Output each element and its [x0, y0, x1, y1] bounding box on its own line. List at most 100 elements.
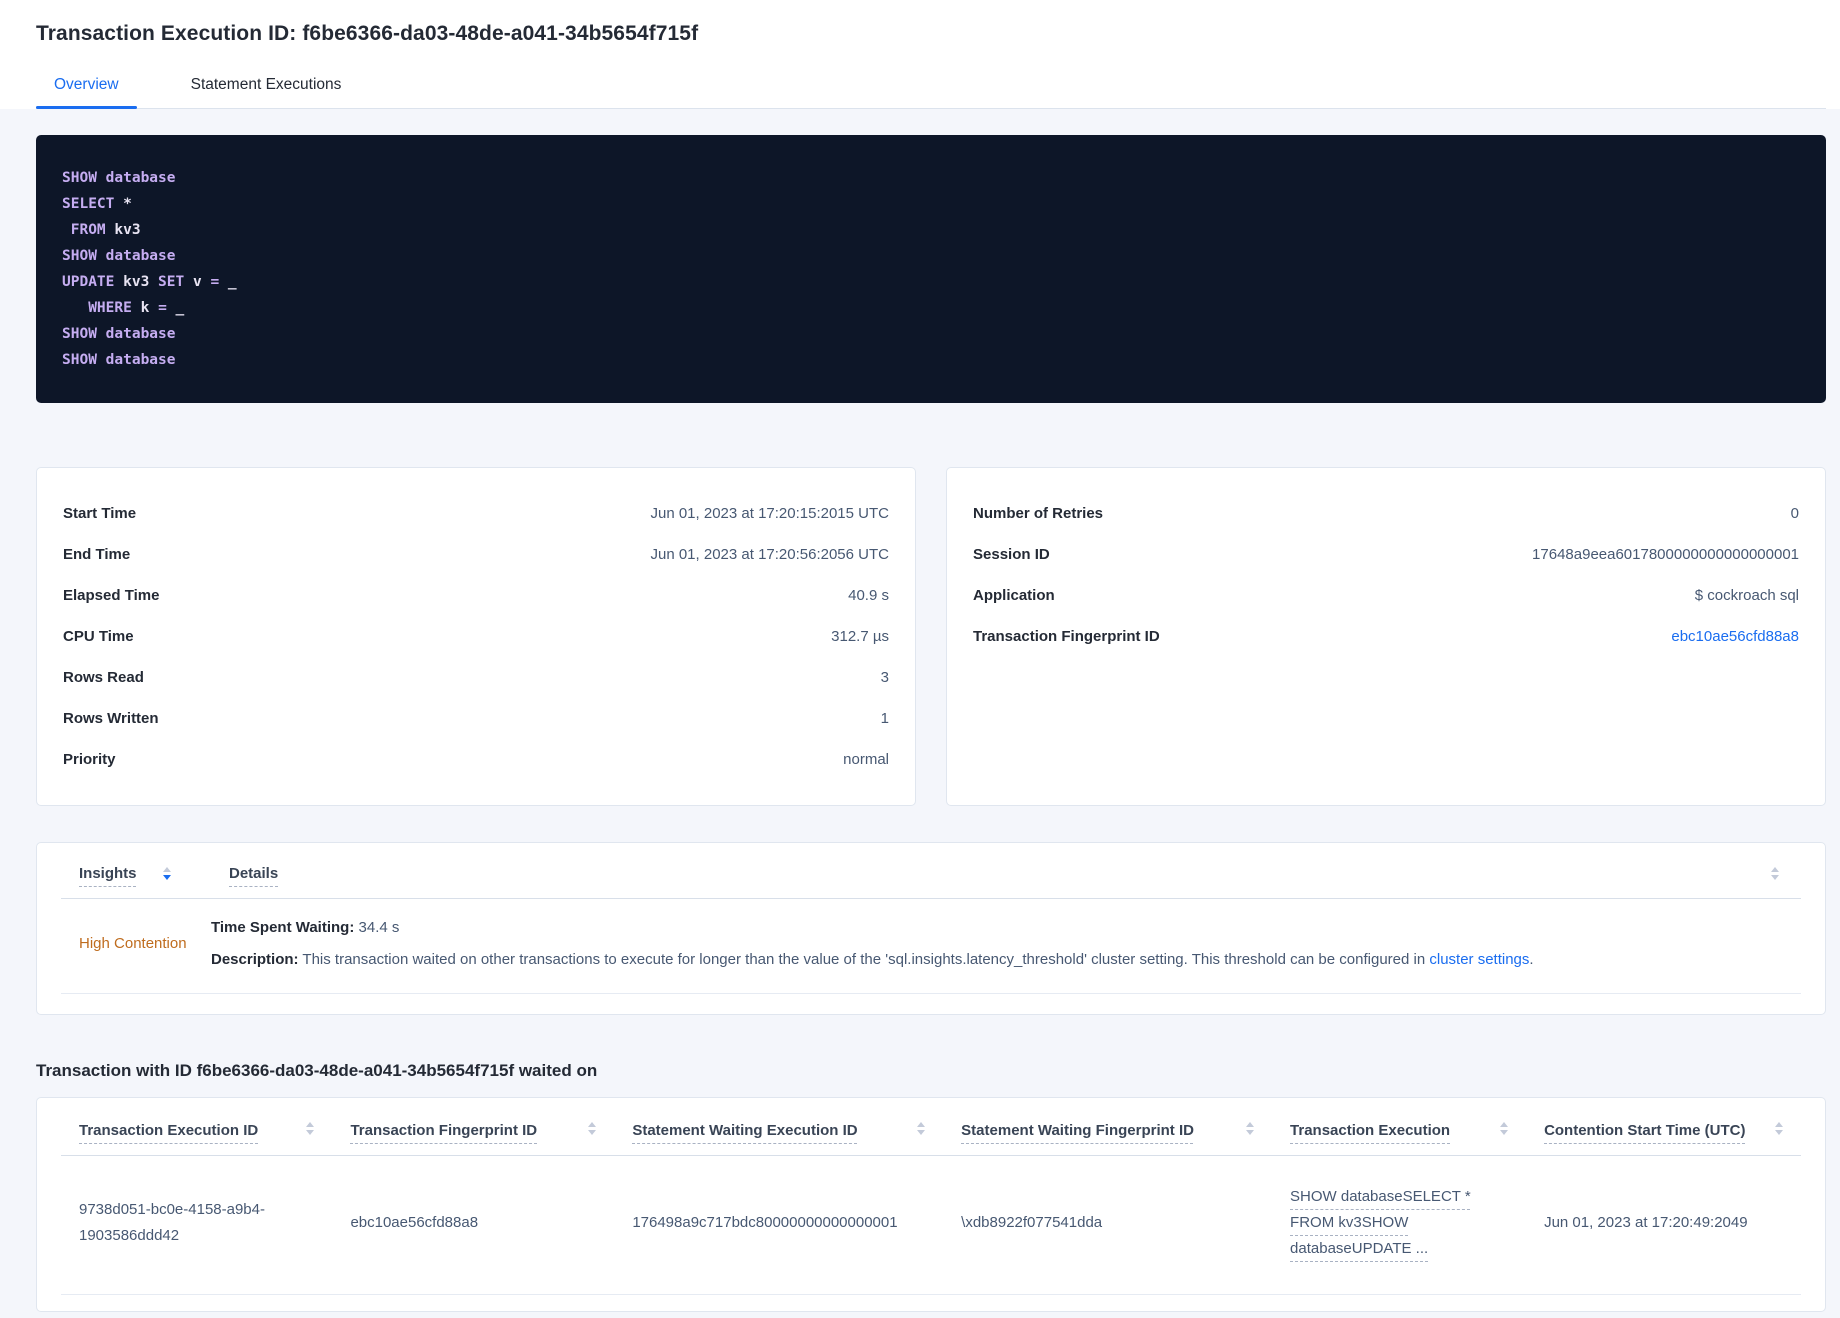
- column-header-label[interactable]: Transaction Execution: [1290, 1122, 1450, 1139]
- sql-token: =: [158, 300, 167, 316]
- cell-transaction-execution-id: 9738d051-bc0e-4158-a9b4-1903586ddd42: [79, 1200, 265, 1244]
- sql-token: database: [105, 326, 176, 342]
- time-spent-waiting: Time Spent Waiting: 34.4 s: [211, 917, 1801, 939]
- table-cell: ebc10ae56cfd88a8: [332, 1155, 614, 1295]
- sort-down-arrow-icon: [1775, 1129, 1783, 1135]
- sql-token: kv3: [105, 222, 141, 238]
- summary-row: Rows Read 3: [63, 657, 889, 698]
- sort-icon[interactable]: [1771, 867, 1801, 880]
- sort-down-arrow-icon: [306, 1129, 315, 1135]
- sort-up-arrow-icon: [306, 1121, 315, 1127]
- summary-label: CPU Time: [63, 628, 134, 645]
- summary-row: Application $ cockroach sql: [973, 575, 1799, 616]
- page-title: Transaction Execution ID: f6be6366-da03-…: [36, 22, 699, 45]
- sort-icon[interactable]: [588, 1121, 597, 1135]
- sort-icon[interactable]: [917, 1121, 926, 1135]
- column-header-inner: Contention Start Time (UTC): [1544, 1121, 1791, 1139]
- sql-token: UPDATE: [62, 274, 115, 290]
- summary-value: 3: [880, 669, 889, 686]
- description-label: Description:: [211, 950, 299, 968]
- tab-overview[interactable]: Overview: [36, 76, 137, 109]
- cell-transaction-execution-link[interactable]: SHOW databaseSELECT * FROM kv3SHOW datab…: [1290, 1188, 1471, 1258]
- sort-icon[interactable]: [1775, 1121, 1783, 1135]
- divider: [61, 992, 1801, 994]
- insights-table-header: Insights Details: [61, 865, 1801, 898]
- sql-token: v: [184, 274, 211, 290]
- cluster-settings-link[interactable]: cluster settings: [1429, 951, 1529, 968]
- waited-on-table-card: Transaction Execution ID Transaction Fing…: [36, 1096, 1826, 1313]
- sql-token: SHOW: [62, 326, 97, 342]
- sort-icon[interactable]: [1500, 1121, 1509, 1135]
- column-header-label[interactable]: Transaction Execution ID: [79, 1122, 258, 1139]
- insights-card: Insights Details High Contention Time Sp…: [36, 842, 1826, 1015]
- insights-header-label[interactable]: Insights: [79, 865, 137, 882]
- sql-token: _: [166, 300, 185, 316]
- column-header: Transaction Execution ID: [61, 1121, 332, 1156]
- column-header-label[interactable]: Statement Waiting Fingerprint ID: [961, 1122, 1194, 1139]
- sql-token: database: [105, 248, 176, 264]
- table-cell: Jun 01, 2023 at 17:20:49:2049: [1526, 1155, 1801, 1295]
- waited-on-table-body: 9738d051-bc0e-4158-a9b4-1903586ddd42 ebc1…: [61, 1155, 1801, 1295]
- column-header-inner: Statement Waiting Fingerprint ID: [961, 1121, 1262, 1139]
- table-cell: 176498a9c717bdc80000000000000001: [614, 1155, 943, 1295]
- sort-up-arrow-icon: [1246, 1121, 1255, 1127]
- cell-statement-waiting-fingerprint-id: \xdb8922f077541dda: [961, 1213, 1103, 1231]
- column-header-inner: Transaction Execution ID: [79, 1121, 322, 1139]
- sql-token: SHOW: [62, 352, 97, 368]
- column-header-inner: Transaction Fingerprint ID: [350, 1121, 604, 1139]
- insight-row: High Contention Time Spent Waiting: 34.4…: [61, 899, 1801, 993]
- column-header: Contention Start Time (UTC): [1526, 1121, 1801, 1156]
- session-summary-card: Number of Retries 0 Session ID 17648a9eea60…: [946, 467, 1826, 806]
- summary-value: $ cockroach sql: [1694, 587, 1799, 604]
- column-header-label[interactable]: Transaction Fingerprint ID: [350, 1122, 537, 1139]
- details-header-label[interactable]: Details: [229, 865, 278, 882]
- description-suffix: .: [1529, 950, 1534, 968]
- summary-value: Jun 01, 2023 at 17:20:15:2015 UTC: [650, 505, 889, 522]
- table-cell: 9738d051-bc0e-4158-a9b4-1903586ddd42: [61, 1155, 332, 1295]
- sql-token: *: [114, 196, 132, 212]
- tab-statement-executions[interactable]: Statement Executions: [173, 76, 360, 108]
- table-row: 9738d051-bc0e-4158-a9b4-1903586ddd42 ebc1…: [61, 1155, 1801, 1295]
- page-header: Transaction Execution ID: f6be6366-da03-…: [0, 0, 1840, 109]
- summary-value: normal: [843, 751, 889, 768]
- sort-icon[interactable]: [162, 867, 171, 880]
- tab-bar: Overview Statement Executions: [36, 76, 1826, 109]
- sort-down-arrow-icon: [1771, 875, 1779, 880]
- execution-summary-rows: Start Time Jun 01, 2023 at 17:20:15:2015 …: [63, 493, 889, 780]
- sql-token: _: [219, 274, 237, 290]
- cell-contention-start-time: Jun 01, 2023 at 17:20:49:2049: [1544, 1213, 1748, 1231]
- summary-cards-row: Start Time Jun 01, 2023 at 17:20:15:2015 …: [36, 467, 1826, 806]
- summary-row: CPU Time 312.7 µs: [63, 616, 889, 657]
- sql-statements-box: SHOW database SELECT * FROM kv3 SHOW dat…: [36, 135, 1826, 403]
- session-summary-rows: Number of Retries 0 Session ID 17648a9eea60…: [973, 493, 1799, 657]
- summary-label: Start Time: [63, 505, 137, 522]
- summary-value: 40.9 s: [848, 587, 889, 604]
- summary-value: 0: [1790, 505, 1799, 522]
- column-header-label[interactable]: Statement Waiting Execution ID: [632, 1122, 857, 1139]
- summary-row: Number of Retries 0: [973, 493, 1799, 534]
- summary-label: Rows Read: [63, 669, 144, 686]
- sql-token: SELECT: [62, 196, 115, 212]
- column-header-label[interactable]: Contention Start Time (UTC): [1544, 1122, 1745, 1139]
- summary-value: 17648a9eea6017800000000000000001: [1532, 546, 1799, 563]
- summary-row: End Time Jun 01, 2023 at 17:20:56:2056 UT…: [63, 534, 889, 575]
- sort-up-arrow-icon: [1771, 867, 1779, 872]
- summary-label: End Time: [63, 546, 131, 563]
- transaction-details-page: Transaction Execution ID: f6be6366-da03-…: [0, 0, 1840, 1318]
- transaction-fingerprint-link[interactable]: ebc10ae56cfd88a8: [1671, 628, 1799, 645]
- column-header: Transaction Execution: [1272, 1121, 1526, 1156]
- sql-token: SHOW: [62, 170, 97, 186]
- summary-row: Elapsed Time 40.9 s: [63, 575, 889, 616]
- sort-icon[interactable]: [306, 1121, 315, 1135]
- insights-column-header: Insights: [61, 865, 211, 882]
- sort-up-arrow-icon: [162, 867, 171, 872]
- sort-icon[interactable]: [1246, 1121, 1255, 1135]
- sql-token: WHERE: [88, 300, 132, 316]
- sql-token: SHOW: [62, 248, 97, 264]
